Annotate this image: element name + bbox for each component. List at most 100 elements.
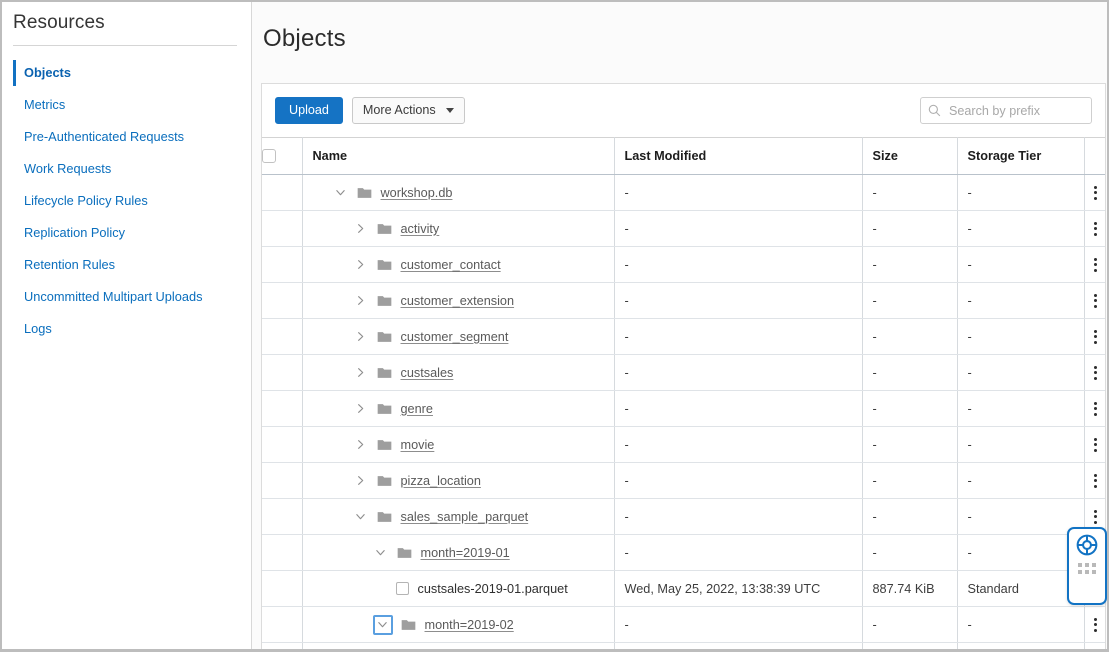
row-last-modified: - [614, 318, 863, 356]
sidebar-item-replication-policy[interactable]: Replication Policy [2, 217, 251, 249]
folder-name-link[interactable]: genre [401, 402, 433, 416]
row-actions-menu-icon[interactable] [1085, 211, 1106, 246]
row-expand-toggle[interactable] [353, 365, 369, 381]
row-collapse-toggle[interactable] [353, 509, 369, 525]
folder-name-link[interactable]: sales_sample_parquet [401, 510, 529, 524]
row-select-cell [262, 282, 303, 320]
search-box[interactable] [920, 97, 1092, 125]
folder-name-link[interactable]: movie [401, 438, 435, 452]
drag-handle-dots-icon[interactable] [1078, 563, 1096, 574]
row-storage-tier: - [957, 534, 1085, 572]
row-expand-toggle[interactable] [353, 401, 369, 417]
row-expand-toggle[interactable] [353, 437, 369, 453]
folder-name-link[interactable]: custsales [401, 366, 454, 380]
row-select-cell [262, 246, 303, 284]
row-expand-toggle[interactable] [353, 221, 369, 237]
row-actions-cell [1084, 354, 1106, 392]
objects-toolbar: Upload More Actions [262, 84, 1105, 137]
row-collapse-toggle[interactable] [373, 545, 389, 561]
row-collapse-toggle[interactable] [333, 185, 349, 201]
sidebar-item-metrics[interactable]: Metrics [2, 89, 251, 121]
more-actions-button[interactable]: More Actions [351, 97, 465, 125]
table-row[interactable]: month=2019-02- - - [262, 606, 1106, 644]
row-size: 887.74 KiB [862, 570, 958, 608]
folder-name-link[interactable]: customer_contact [401, 258, 501, 272]
folder-name-link[interactable]: month=2019-01 [421, 546, 510, 560]
row-name-cell: workshop.db [302, 174, 615, 212]
upload-button[interactable]: Upload [275, 97, 343, 125]
table-row[interactable]: customer_contact - - - [262, 246, 1106, 284]
row-storage-tier: - [957, 390, 1085, 428]
row-actions-menu-icon[interactable] [1085, 355, 1106, 390]
folder-name-link[interactable]: customer_extension [401, 294, 515, 308]
table-row[interactable]: sales_sample_parquet - - - [262, 498, 1105, 536]
row-expand-toggle[interactable] [353, 293, 369, 309]
folder-name-link[interactable]: activity [401, 222, 440, 236]
row-name-cell: pizza_location [302, 462, 615, 500]
lifebuoy-support-icon [1076, 534, 1098, 556]
main-content: Objects Upload More Actions Search by pr… [252, 2, 1107, 649]
table-row[interactable]: customer_segment - - - [262, 318, 1106, 356]
row-collapse-toggle[interactable] [372, 614, 393, 635]
row-size: - [862, 246, 958, 284]
row-actions-menu-icon[interactable] [1085, 319, 1106, 354]
row-name-cell: movie [302, 426, 615, 464]
chevron-right-icon [358, 476, 364, 486]
row-actions-cell [1084, 462, 1106, 500]
support-help-widget[interactable] [1067, 527, 1107, 605]
row-actions-menu-icon[interactable] [1085, 643, 1106, 649]
more-actions-label: More Actions [362, 103, 436, 118]
folder-name-link[interactable]: workshop.db [381, 186, 453, 200]
row-last-modified: - [614, 246, 863, 284]
search-icon [928, 104, 941, 117]
row-checkbox[interactable] [395, 582, 409, 596]
table-row[interactable]: custsales-2019-02.parquetWed, May 25, 20… [262, 642, 1106, 649]
folder-name-link[interactable]: customer_segment [401, 330, 509, 344]
search-input[interactable] [947, 102, 1084, 119]
row-last-modified: - [614, 426, 863, 464]
table-row[interactable]: activity - - - [262, 210, 1106, 248]
table-row[interactable]: pizza_location - - - [262, 462, 1106, 500]
row-actions-menu-icon[interactable] [1085, 391, 1106, 426]
column-header-actions [1084, 137, 1105, 176]
row-expand-toggle[interactable] [353, 329, 369, 345]
row-select-cell [262, 534, 303, 572]
row-actions-menu-icon[interactable] [1085, 247, 1106, 282]
objects-table-scroll[interactable]: Name Last Modified Size Storage Tier wor… [262, 137, 1105, 649]
row-actions-menu-icon[interactable] [1085, 283, 1106, 318]
table-row[interactable]: custsales-2019-01.parquet Wed, May 25, 20… [262, 570, 1105, 608]
sidebar-item-work-requests[interactable]: Work Requests [2, 153, 251, 185]
row-actions-menu-icon[interactable] [1085, 607, 1106, 642]
table-row[interactable]: movie - - - [262, 426, 1106, 464]
row-name-cell: month=2019-02 [302, 606, 615, 644]
select-all-checkbox[interactable] [262, 149, 276, 164]
sidebar-item-objects[interactable]: Objects [2, 57, 251, 89]
row-actions-menu-icon[interactable] [1085, 463, 1106, 498]
chevron-right-icon [358, 296, 364, 306]
table-row[interactable]: workshop.db - - - [262, 174, 1106, 212]
table-row[interactable]: month=2019-01- - - [262, 534, 1105, 572]
row-select-cell [262, 426, 303, 464]
table-row[interactable]: custsales - - - [262, 354, 1106, 392]
table-row[interactable]: customer_extension - - - [262, 282, 1106, 320]
folder-name-link[interactable]: pizza_location [401, 474, 481, 488]
folder-name-link[interactable]: month=2019-02 [425, 618, 514, 632]
row-name-cell: genre [302, 390, 615, 428]
sidebar-item-lifecycle-policy-rules[interactable]: Lifecycle Policy Rules [2, 185, 251, 217]
sidebar-item-pre-authenticated-requests[interactable]: Pre-Authenticated Requests [2, 121, 251, 153]
sidebar-item-logs[interactable]: Logs [2, 313, 251, 345]
row-expand-toggle[interactable] [353, 257, 369, 273]
row-size: 752.35 KiB [862, 642, 958, 649]
sidebar-item-retention-rules[interactable]: Retention Rules [2, 249, 251, 281]
sidebar-item-uncommitted-multipart-uploads[interactable]: Uncommitted Multipart Uploads [2, 281, 251, 313]
row-actions-menu-icon[interactable] [1085, 175, 1106, 210]
sidebar-item-label: Retention Rules [24, 257, 116, 272]
folder-icon [397, 547, 411, 558]
row-expand-toggle[interactable] [353, 473, 369, 489]
row-actions-menu-icon[interactable] [1085, 427, 1106, 462]
row-select-cell [262, 354, 303, 392]
row-select-cell [262, 642, 303, 649]
row-actions-cell [1084, 174, 1106, 212]
row-last-modified: - [614, 606, 863, 644]
table-row[interactable]: genre - - - [262, 390, 1106, 428]
